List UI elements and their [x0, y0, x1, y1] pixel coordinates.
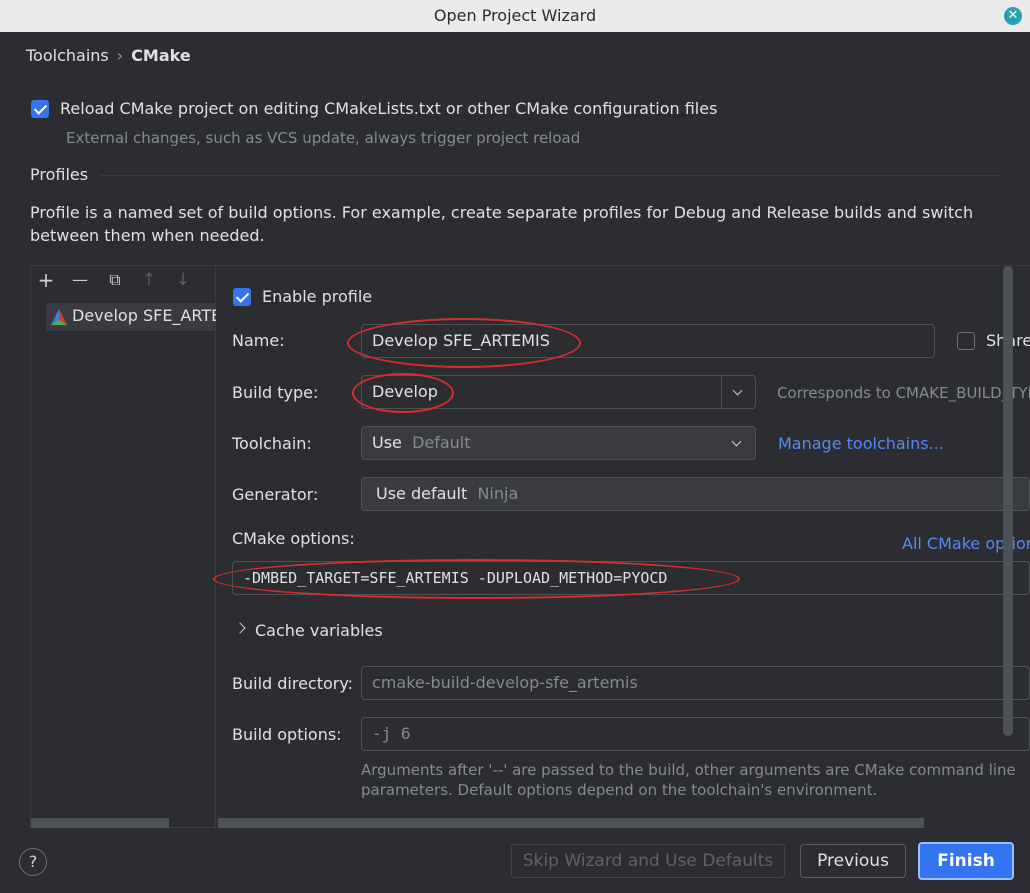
profiles-description-line2: between them when needed. — [30, 226, 265, 245]
cmake-options-label: CMake options: — [232, 529, 355, 548]
remove-profile-button[interactable]: — — [69, 270, 91, 292]
generator-value-wrap: Use default Ninja — [376, 484, 518, 503]
name-field[interactable]: Develop SFE_ARTEMIS — [361, 324, 935, 358]
list-item-label: Develop SFE_ARTEMIS — [72, 306, 216, 325]
generator-value: Use default — [376, 484, 468, 503]
breadcrumb-parent[interactable]: Toolchains — [26, 46, 109, 65]
settings-horizontal-scrollbar[interactable] — [218, 818, 924, 828]
build-options-label: Build options: — [232, 725, 342, 744]
manage-toolchains-link[interactable]: Manage toolchains... — [778, 434, 944, 453]
cmake-options-field[interactable]: -DMBED_TARGET=SFE_ARTEMIS -DUPLOAD_METHO… — [232, 561, 1030, 595]
toolchain-value-wrap: Use Default — [372, 433, 471, 452]
title-bar: Open Project Wizard ✕ — [0, 0, 1030, 32]
move-down-button[interactable]: ↓ — [172, 270, 194, 292]
toolchain-combo[interactable]: Use Default — [361, 426, 756, 460]
share-checkbox[interactable] — [957, 332, 975, 354]
skip-wizard-button[interactable]: Skip Wizard and Use Defaults — [511, 844, 785, 878]
build-type-value: Develop — [372, 382, 438, 401]
build-options-value: -j 6 — [372, 724, 411, 743]
cache-variables-toggle[interactable]: Cache variables — [255, 621, 383, 640]
profiles-list-panel — [30, 265, 216, 828]
build-type-label: Build type: — [232, 383, 319, 402]
cmake-icon — [51, 309, 67, 325]
toolchain-value: Use — [372, 433, 402, 452]
generator-combo[interactable]: Use default Ninja — [361, 477, 1030, 511]
profiles-section-title: Profiles — [30, 165, 89, 184]
toolchain-default: Default — [412, 433, 471, 452]
build-dir-field[interactable]: cmake-build-develop-sfe_artemis — [361, 666, 1030, 700]
cmake-options-value: -DMBED_TARGET=SFE_ARTEMIS -DUPLOAD_METHO… — [243, 569, 668, 587]
generator-label: Generator: — [232, 485, 319, 504]
build-dir-value: cmake-build-develop-sfe_artemis — [372, 673, 638, 692]
name-value: Develop SFE_ARTEMIS — [372, 331, 550, 350]
profiles-description-line1: Profile is a named set of build options.… — [30, 203, 974, 222]
build-options-hint-line2: parameters. Default options depend on th… — [361, 781, 878, 799]
reload-hint: External changes, such as VCS update, al… — [66, 129, 581, 147]
enable-profile-label[interactable]: Enable profile — [262, 287, 372, 306]
chevron-down-icon[interactable] — [721, 376, 755, 408]
name-label: Name: — [232, 331, 285, 350]
breadcrumb-current: CMake — [131, 46, 191, 65]
chevron-down-icon[interactable] — [721, 427, 755, 459]
copy-profile-button[interactable]: ⧉ — [104, 270, 126, 292]
help-button[interactable]: ? — [19, 848, 47, 876]
add-profile-button[interactable]: + — [35, 270, 57, 292]
list-item[interactable]: Develop SFE_ARTEMIS — [46, 303, 216, 331]
build-type-hint: Corresponds to CMAKE_BUILD_TYPE — [777, 384, 1030, 402]
finish-button[interactable]: Finish — [918, 842, 1014, 880]
list-horizontal-scrollbar[interactable] — [31, 818, 169, 828]
close-icon[interactable]: ✕ — [1004, 7, 1022, 25]
build-options-field[interactable]: -j 6 — [361, 717, 1030, 751]
window-title: Open Project Wizard — [433, 6, 597, 25]
vertical-scrollbar[interactable] — [1003, 266, 1013, 736]
section-divider — [100, 175, 1000, 176]
breadcrumb-separator: › — [116, 46, 124, 65]
breadcrumb: Toolchains › CMake — [26, 46, 191, 65]
reload-label[interactable]: Reload CMake project on editing CMakeLis… — [60, 99, 717, 118]
reload-checkbox[interactable] — [31, 100, 49, 122]
build-type-combo[interactable]: Develop — [361, 375, 756, 409]
build-options-hint-line1: Arguments after '--' are passed to the b… — [361, 761, 1016, 779]
build-dir-label: Build directory: — [232, 674, 354, 693]
move-up-button[interactable]: ↑ — [138, 270, 160, 292]
enable-profile-checkbox[interactable] — [233, 288, 251, 310]
toolchain-label: Toolchain: — [232, 434, 312, 453]
generator-default: Ninja — [477, 484, 519, 503]
previous-button[interactable]: Previous — [800, 844, 906, 878]
